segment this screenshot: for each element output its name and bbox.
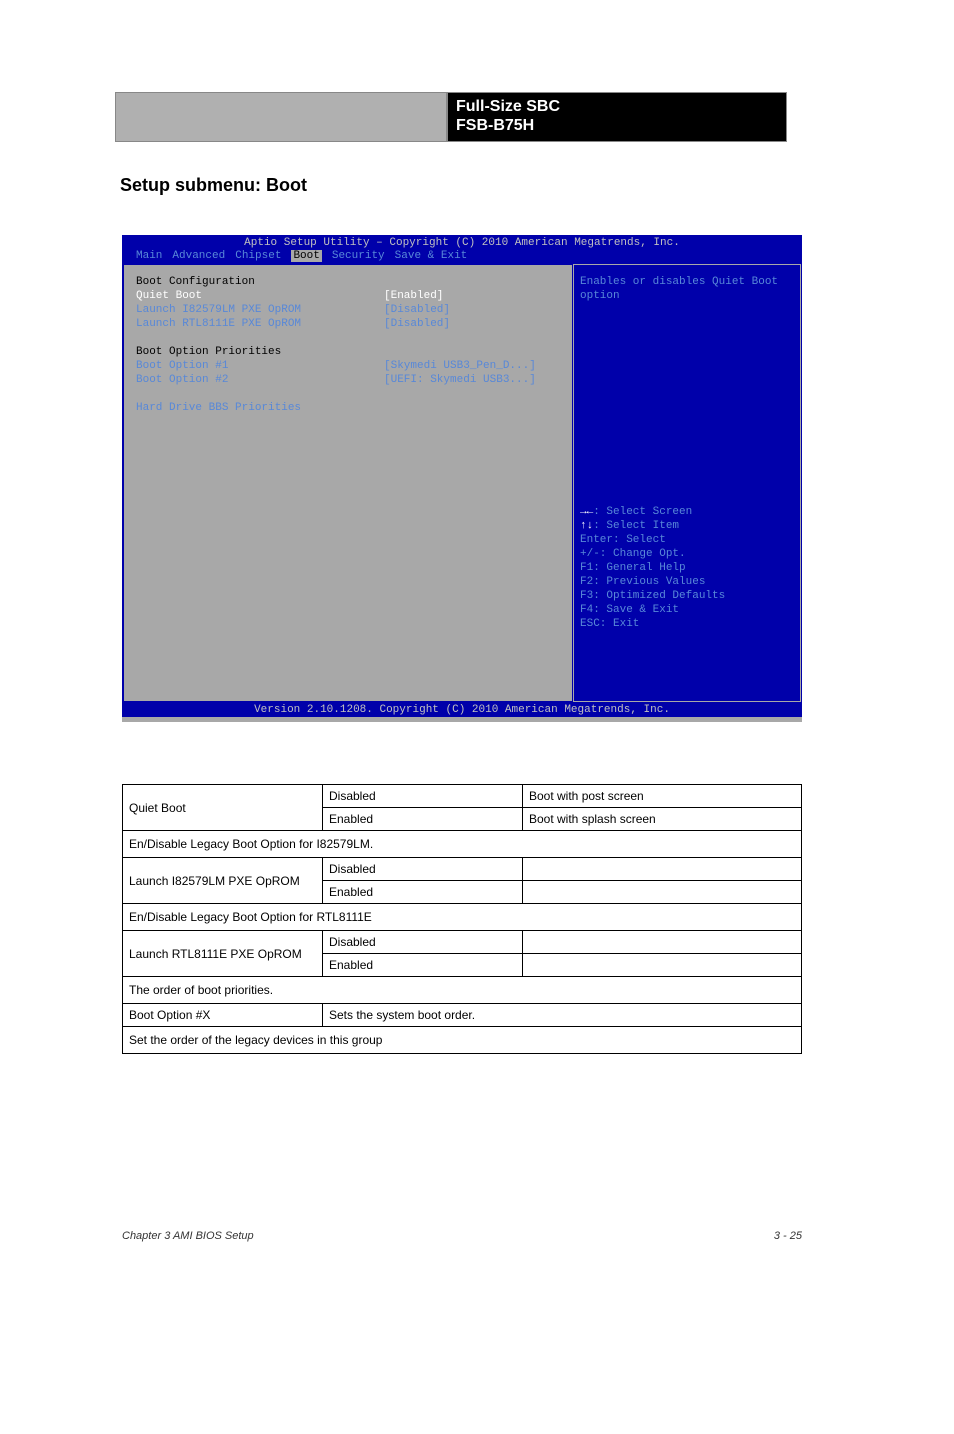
quiet-boot-value[interactable]: [Enabled] [384,289,443,303]
key-f2: F2: Previous Values [580,575,794,589]
key-arrows-lr: →← [580,506,593,518]
key-f1: F1: General Help [580,561,794,575]
bios-right-panel: Enables or disables Quiet Boot option →←… [573,264,801,702]
row-pxe2-v1: Disabled [323,931,523,954]
page-footer: Chapter 3 AMI BIOS Setup 3 - 25 [122,1230,802,1242]
tab-main[interactable]: Main [136,250,162,262]
pxe1-label[interactable]: Launch I82579LM PXE OpROM [136,303,384,317]
header-model-code: FSB-B75H [456,116,778,135]
row-quietboot-v1: Disabled [323,785,523,808]
row-quietboot-label: Quiet Boot [123,785,323,831]
boot-opt1-value[interactable]: [Skymedi USB3_Pen_D...] [384,359,536,373]
quiet-boot-label[interactable]: Quiet Boot [136,289,384,303]
hdd-bbs-label[interactable]: Hard Drive BBS Priorities [136,401,384,415]
row-quietboot-d2: Boot with splash screen [523,808,802,831]
row-bootopt-label: Boot Option #X [123,1004,323,1027]
boot-opt2-value[interactable]: [UEFI: Skymedi USB3...] [384,373,536,387]
boot-priorities-heading: Boot Option Priorities [136,345,281,359]
tab-chipset[interactable]: Chipset [235,250,281,262]
key-arrows-ud: ↑↓ [580,520,593,532]
section-title: Setup submenu: Boot [120,175,307,196]
help-text: Enables or disables Quiet Boot option [580,275,794,303]
tab-boot[interactable]: Boot [291,250,321,262]
options-table: Quiet Boot Disabled Boot with post scree… [122,784,802,1054]
header-model-type: Full-Size SBC [456,97,778,116]
row-bootopt-desc: Sets the system boot order. [323,1004,802,1027]
pxe2-value[interactable]: [Disabled] [384,317,450,331]
row-pxe2-long: En/Disable Legacy Boot Option for RTL811… [123,904,802,931]
tab-save-exit[interactable]: Save & Exit [395,250,468,262]
key-select-item: : Select Item [593,520,679,532]
row-pxe1-d2 [523,881,802,904]
footer-page: 3 - 25 [774,1230,802,1242]
row-bbs-long: Set the order of the legacy devices in t… [123,1027,802,1054]
row-quietboot-d1: Boot with post screen [523,785,802,808]
bios-tab-row: Main Advanced Chipset Boot Security Save… [122,250,802,262]
doc-header: Full-Size SBC FSB-B75H [115,92,787,142]
tab-security[interactable]: Security [332,250,385,262]
key-f4: F4: Save & Exit [580,603,794,617]
row-pxe1-v1: Disabled [323,858,523,881]
row-pxe1-v2: Enabled [323,881,523,904]
help-key-list: →←: Select Screen ↑↓: Select Item Enter:… [580,505,794,631]
boot-opt1-label[interactable]: Boot Option #1 [136,359,384,373]
row-pxe2-d1 [523,931,802,954]
key-esc: ESC: Exit [580,617,794,631]
key-enter: Enter: Select [580,533,794,547]
bios-title: Aptio Setup Utility – Copyright (C) 2010… [122,237,802,249]
row-pxe2-label: Launch RTL8111E PXE OpROM [123,931,323,977]
bios-left-panel: Boot Configuration Quiet Boot [Enabled] … [123,264,573,702]
key-select-screen: : Select Screen [593,506,692,518]
pxe1-value[interactable]: [Disabled] [384,303,450,317]
bios-footer: Version 2.10.1208. Copyright (C) 2010 Am… [122,703,802,717]
row-pxe2-v2: Enabled [323,954,523,977]
bios-screenshot: Aptio Setup Utility – Copyright (C) 2010… [122,235,802,722]
footer-chapter: Chapter 3 AMI BIOS Setup [122,1230,254,1242]
row-quietboot-v2: Enabled [323,808,523,831]
pxe2-label[interactable]: Launch RTL8111E PXE OpROM [136,317,384,331]
header-right: Full-Size SBC FSB-B75H [447,92,787,142]
row-pxe1-label: Launch I82579LM PXE OpROM [123,858,323,904]
header-left [115,92,447,142]
row-pxe1-long: En/Disable Legacy Boot Option for I82579… [123,831,802,858]
boot-config-heading: Boot Configuration [136,275,255,289]
boot-opt2-label[interactable]: Boot Option #2 [136,373,384,387]
bios-titlebar: Aptio Setup Utility – Copyright (C) 2010… [122,235,802,263]
key-change: +/-: Change Opt. [580,547,794,561]
row-pxe1-d1 [523,858,802,881]
key-f3: F3: Optimized Defaults [580,589,794,603]
row-bootopt-long: The order of boot priorities. [123,977,802,1004]
row-pxe2-d2 [523,954,802,977]
tab-advanced[interactable]: Advanced [172,250,225,262]
